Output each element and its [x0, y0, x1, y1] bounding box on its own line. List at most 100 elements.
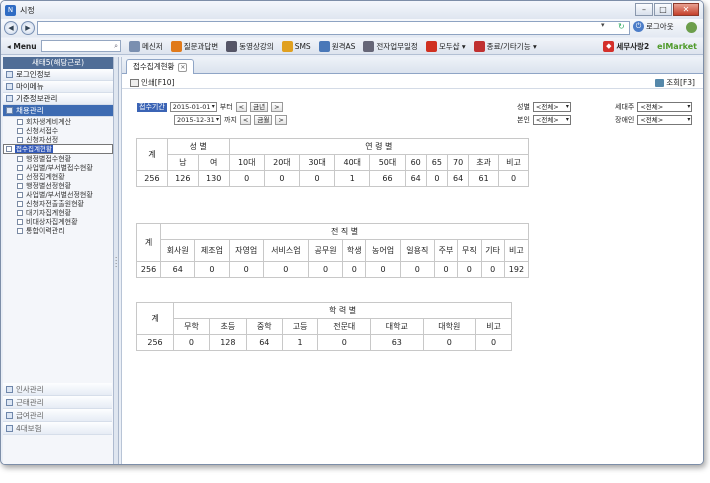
sms-icon — [281, 40, 293, 52]
sidebar-item[interactable]: 기준정보관리 — [3, 93, 113, 105]
column-header: 비고 — [498, 154, 529, 171]
schedule-icon — [363, 40, 375, 52]
column-header: 서비스업 — [262, 239, 309, 262]
minimize-button[interactable]: – — [635, 3, 653, 16]
table-cell: 130 — [197, 170, 230, 187]
disabled-select[interactable]: <전체> ▾ — [637, 115, 693, 125]
menu-search-input[interactable]: ⌕ — [41, 40, 121, 52]
maximize-button[interactable]: □ — [654, 3, 672, 16]
print-button[interactable]: 인쇄[F10] — [130, 77, 175, 88]
close-button[interactable]: ✕ — [673, 3, 699, 16]
toolbar-item[interactable]: 메신저 — [129, 40, 163, 52]
prev-month-button[interactable]: < — [239, 115, 252, 125]
this-month-button[interactable]: 금월 — [254, 115, 273, 125]
disabled-value: <전체> — [640, 116, 664, 124]
table-header-row: 계전 직 별 — [135, 223, 529, 262]
sidebar: 새태5(해당근로) 로그인정보 마이메뉴 기준정보관리 채용관리 회차생계비계산 신청서… — [3, 57, 114, 464]
column-header: 65 — [425, 154, 449, 171]
self-select[interactable]: <전체> ▾ — [532, 115, 571, 125]
job-stats-table: 계전 직 별 회사원 제조업 자영업 서비스업 공무원 학생 농어업 일용직 주부 무직 기타 비고 25… — [135, 223, 530, 278]
column-header: 무학 — [173, 318, 210, 335]
sidebar-item-label: 인사관리 — [16, 384, 44, 394]
title-bar: N 시정 – □ ✕ — [1, 1, 703, 19]
table-header-row: 계성 별연 령 별 — [136, 138, 530, 171]
splitter[interactable]: · · · · — [114, 57, 119, 464]
chevron-down-icon: ▾ — [687, 116, 691, 123]
app-logo-icon: N — [5, 4, 16, 16]
toolbar-item[interactable]: 모두샵 ▾ — [425, 40, 466, 52]
calendar-dropdown-icon[interactable]: ▾ — [216, 116, 219, 124]
address-dropdown-icon[interactable]: ▾ — [601, 21, 605, 29]
folder-icon — [6, 424, 13, 432]
elmarket-link[interactable]: elMarket — [657, 42, 697, 51]
search-icon — [655, 78, 665, 87]
sidebar-subitem[interactable]: 신청자선정 — [3, 135, 113, 144]
sidebar-subitem[interactable]: 접수집계현황 — [3, 144, 113, 154]
back-icon[interactable]: ◀ — [4, 21, 18, 35]
tax-link[interactable]: ◆ 세무사랑2 — [603, 41, 649, 52]
next-month-button[interactable]: > — [275, 115, 287, 125]
address-input[interactable] — [37, 21, 630, 35]
sidebar-item-label: 4대보험 — [16, 423, 42, 433]
table-cell: 64 — [404, 170, 427, 187]
sidebar-item[interactable]: 채용관리 — [3, 105, 113, 117]
sidebar-item[interactable]: 로그인정보 — [3, 69, 113, 81]
menu-toggle[interactable]: ◂ Menu — [7, 42, 41, 51]
chevron-down-icon: ▾ — [687, 103, 691, 110]
logout-button[interactable]: ⏻ 로그아웃 — [633, 21, 674, 32]
column-header: 40대 — [334, 154, 371, 171]
search-button[interactable]: 조회[F3] — [655, 77, 695, 88]
head-value: <전체> — [640, 103, 664, 111]
page-icon — [6, 146, 12, 152]
total-header: 계 — [135, 223, 162, 262]
toolbar-item[interactable]: 질문과답변 — [170, 40, 218, 52]
prev-year-button[interactable]: < — [235, 102, 248, 112]
page-icon — [17, 127, 23, 134]
calendar-dropdown-icon[interactable]: ▾ — [212, 103, 215, 111]
sidebar-bottom-item[interactable]: 급여관리 — [3, 409, 112, 422]
next-year-button[interactable]: > — [271, 102, 283, 112]
education-header: 학 력 별 — [173, 302, 512, 319]
folder-icon — [6, 411, 13, 419]
table-cell: 0 — [263, 170, 301, 187]
table-cell: 0 — [342, 261, 367, 278]
toolbar-item-label: 종료/기타기능 ▾ — [486, 41, 537, 51]
sidebar-bottom-item[interactable]: 근태관리 — [3, 396, 112, 409]
sidebar-item[interactable]: 마이메뉴 — [3, 81, 113, 93]
table-cell: 256 — [136, 170, 168, 187]
head-select[interactable]: <전체> ▾ — [637, 102, 693, 112]
toolbar-item[interactable]: SMS — [281, 40, 311, 52]
video-icon — [226, 40, 238, 52]
toolbar-item[interactable]: 종료/기타기능 ▾ — [473, 40, 537, 52]
gender-select[interactable]: <전체> ▾ — [532, 102, 571, 112]
forward-icon[interactable]: ▶ — [21, 21, 35, 35]
tab-close-icon[interactable]: ✕ — [178, 62, 188, 72]
tab-label: 접수집계현황 — [133, 62, 175, 71]
sidebar-bottom-item[interactable]: 4대보험 — [3, 422, 112, 435]
table-cell: 0 — [433, 261, 459, 278]
page-icon — [17, 118, 23, 125]
column-header: 대학원 — [422, 318, 477, 335]
sidebar-bottom-item[interactable]: 인사관리 — [3, 383, 112, 396]
sidebar-subitem[interactable]: 통합이력관리 — [3, 226, 113, 235]
to-suffix: 까지 — [224, 116, 237, 124]
self-value: <전체> — [535, 116, 559, 124]
from-date-value: 2015-01-01 — [172, 103, 211, 111]
remote-icon — [318, 40, 330, 52]
from-date-input[interactable]: 2015-01-01 ▾ — [169, 102, 217, 112]
tab-receipt-summary[interactable]: 접수집계현황 ✕ — [126, 59, 195, 74]
refresh-icon[interactable]: ↻ — [618, 22, 625, 31]
table-cell: 0 — [194, 261, 230, 278]
window-title: 시정 — [20, 5, 35, 15]
to-date-input[interactable]: 2015-12-31 ▾ — [174, 115, 221, 125]
toolbar-item[interactable]: 전자업무일정 — [363, 40, 418, 52]
this-year-button[interactable]: 금년 — [250, 102, 269, 112]
table-cell: 0 — [422, 334, 477, 351]
toolbar-item[interactable]: 원격AS — [318, 40, 355, 52]
tab-bar: 접수집계현황 ✕ — [122, 57, 703, 74]
table-row: 256 0 128 64 1 0 63 0 0 — [135, 334, 512, 351]
gender-header: 성 별 — [166, 138, 230, 155]
toolbar-item[interactable]: 동영상강의 — [226, 40, 274, 52]
home-icon[interactable] — [686, 22, 697, 33]
table-cell: 0 — [173, 334, 210, 351]
